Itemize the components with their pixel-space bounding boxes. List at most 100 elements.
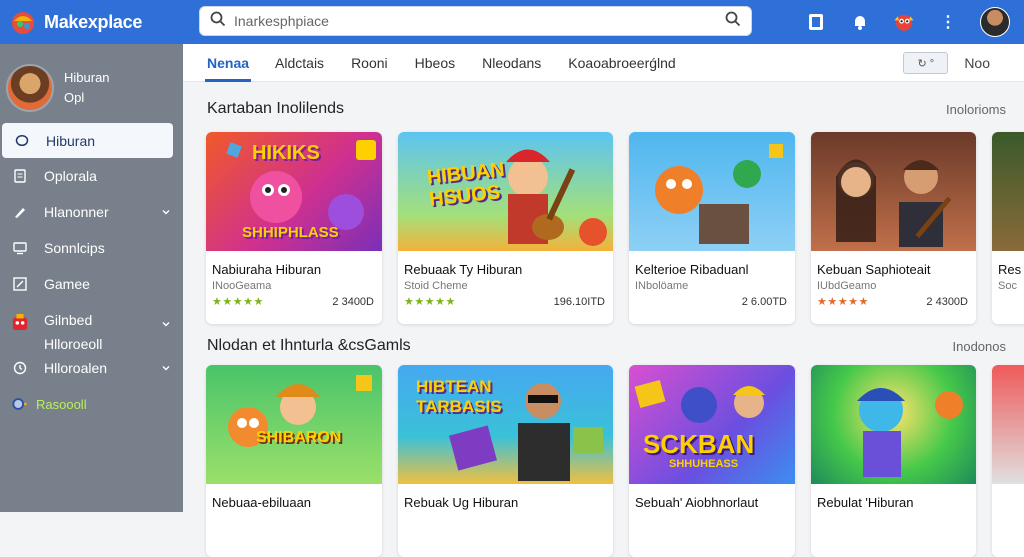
section-title: Nlodan et Ihnturla &csGamls [207,337,411,354]
card-price: 2 4300D [926,295,968,308]
section-header: Nlodan et Ihnturla &csGamls Inodonos [207,337,1006,355]
card-title: Nabiuraha Hiburan [212,262,322,277]
tab-right-label[interactable]: Noo [964,55,990,71]
brush-icon [12,204,28,220]
app-thumbnail [629,132,795,251]
thumbnail-caption: HIKIKS [252,142,320,164]
thumbnail-caption: HIBTEAN TARBASIS [416,377,502,416]
clock-icon [12,360,28,376]
sidebar-item-hlanonner[interactable]: Hlanonner [0,194,183,230]
chevron-down-icon[interactable] [161,360,171,376]
tab-koaoabroeerglnd[interactable]: Koaoabroeerǵlnd [568,44,675,82]
chat-bubble-icon [14,133,30,149]
notification-icon[interactable] [848,10,872,34]
app-card[interactable]: Rebulat 'Hiburan [811,365,976,557]
sidebar-item-gamee[interactable]: Gamee [0,266,183,302]
sidebar-item-hlloroalen[interactable]: Hlloroalen [0,350,183,386]
see-all-link[interactable]: Inodonos [953,339,1007,354]
section-title: Kartaban Inolilends [207,100,344,117]
see-all-link[interactable]: Inolorioms [946,102,1006,117]
tab-rooni[interactable]: Rooni [351,44,388,82]
card-row: SHIBARON Nebuaa-ebiluaan HIBTEAN TARBASI… [206,365,1024,557]
app-title: Makexplace [44,11,143,32]
library-icon[interactable] [804,10,828,34]
app-thumbnail: SCKBAN SHHUHEASS [629,365,795,484]
search-submit-icon[interactable] [725,11,741,32]
edit-box-icon [12,276,28,292]
category-tabs: Nenaa Aldctais Rooni Hbeos Nleodans Koao… [183,44,1024,82]
tab-aldctais[interactable]: Aldctais [275,44,324,82]
tab-nleodans[interactable]: Nleodans [482,44,541,82]
more-vertical-icon[interactable]: ⋮ [936,10,960,34]
app-card[interactable]: SHIBARON Nebuaa-ebiluaan [206,365,382,557]
app-card[interactable]: SCKBAN SHHUHEASS Sebuah' Aiobhnorlaut [629,365,795,557]
card-price: 2 3400D [332,295,374,308]
app-thumbnail [811,132,976,251]
rating-stars: ★★★★★ [404,296,456,308]
app-thumbnail: HIBTEAN TARBASIS [398,365,613,484]
search-bar[interactable] [199,6,752,36]
top-bar: Makexplace ⋮ [0,0,1024,44]
card-subtitle: IUbdGeamo [817,280,877,292]
app-card[interactable]: Kelterioe Ribaduanl INbolöame 2 6.00TD [629,132,795,324]
thumbnail-caption: SHHIPHLASS [242,224,339,241]
app-thumbnail [811,365,976,484]
chevron-down-icon[interactable] [161,204,171,220]
card-title: Kelterioe Ribaduanl [635,262,749,277]
card-title: Rebuaak Ty Hiburan [404,262,523,277]
sidebar-item-label: Hlloroalen [44,360,108,376]
app-card[interactable]: HIBUAN HSUOS Rebuaak Ty Hiburan Stoid Ch… [398,132,613,324]
app-card[interactable]: Kebuan Saphioteait IUbdGeamo ★★★★★ 2 430… [811,132,976,324]
profile-avatar[interactable] [6,64,54,112]
card-row: HIKIKS SHHIPHLASS Nabiuraha Hiburan INoo… [206,132,1024,324]
settings-sparkle-icon [12,396,28,412]
sidebar-item-sonnlcips[interactable]: Sonnlcips [0,230,183,266]
app-thumbnail [992,365,1024,484]
card-title: Kebuan Saphioteait [817,262,931,277]
tab-hbeos[interactable]: Hbeos [415,44,455,82]
app-thumbnail: HIBUAN HSUOS [398,132,613,251]
document-icon [12,168,28,184]
thumbnail-caption: SCKBAN [643,429,755,459]
chevron-down-icon[interactable] [161,312,171,336]
avatar[interactable] [980,7,1010,37]
sidebar-item-gilnbed[interactable]: Gilnbed Hlloroeoll [0,302,183,352]
mascot-icon[interactable] [892,10,916,34]
app-card[interactable]: HIBTEAN TARBASIS Rebuak Ug Hiburan [398,365,613,557]
sidebar-item-hiburan[interactable]: Hiburan [2,123,173,158]
app-thumbnail: HIKIKS SHHIPHLASS [206,132,382,251]
rating-stars: ★★★★★ [212,296,264,308]
main-content: Nenaa Aldctais Rooni Hbeos Nleodans Koao… [183,44,1024,557]
card-title: Nebuaa-ebiluaan [212,495,312,510]
tab-nenaa[interactable]: Nenaa [204,44,252,82]
sidebar-profile[interactable]: Hiburan Opl [0,44,183,120]
sidebar-item-oplorala[interactable]: Oplorala [0,158,183,194]
card-subtitle: INbolöame [635,280,689,292]
sidebar-nav: Hiburan Oplorala Hlanonner Sonnlcips Gam… [0,123,183,422]
search-icon [210,11,226,32]
card-subtitle: INooGeama [212,280,272,292]
thumbnail-caption: SHIBARON [256,429,342,446]
card-title: Rebulat 'Hiburan [817,495,914,510]
card-subtitle: Stoid Cheme [404,280,468,292]
search-input[interactable] [234,13,725,29]
sidebar-item-label: Gilnbed [44,312,93,328]
profile-subtitle: Opl [64,90,85,105]
app-card[interactable]: Res Soc [992,132,1024,324]
thumbnail-caption: HIBUAN HSUOS [425,158,506,211]
card-price: 2 6.00TD [741,296,787,308]
sidebar-item-rasoooll[interactable]: Rasoooll [0,386,183,422]
sidebar-item-label: Oplorala [44,168,97,184]
brand[interactable]: Makexplace [0,0,183,44]
section-header: Kartaban Inolilends Inolorioms [207,100,1006,118]
app-thumbnail [992,132,1024,251]
app-card[interactable]: HIKIKS SHHIPHLASS Nabiuraha Hiburan INoo… [206,132,382,324]
view-toggle-button[interactable]: ↻ ° [903,52,949,74]
top-actions: ⋮ [784,0,1024,44]
card-subtitle: Soc [998,280,1017,292]
card-title: Res [998,262,1022,277]
game-character-icon [12,314,28,330]
card-price: 196.10ITD [553,295,605,308]
card-title: Rebuak Ug Hiburan [404,495,519,510]
app-card[interactable] [992,365,1024,557]
